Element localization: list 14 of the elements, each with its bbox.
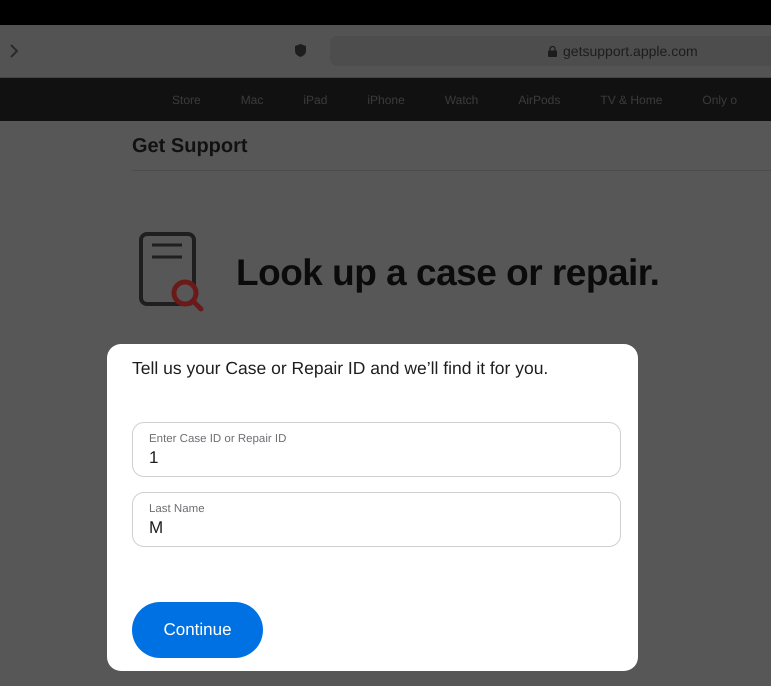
input-field[interactable]: M — [149, 518, 604, 538]
text-field[interactable]: Enter Case ID or Repair ID 1 — [132, 422, 621, 477]
forward-icon[interactable] — [8, 43, 20, 59]
dialog-prompt: Tell us your Case or Repair ID and we’ll find it for you. — [132, 358, 550, 379]
privacy-shield-icon[interactable] — [293, 43, 308, 58]
field-label: Last Name — [149, 503, 206, 515]
text-field[interactable]: Last Name M — [132, 492, 621, 547]
continue-button[interactable]: Continue — [132, 602, 263, 658]
field-label: Enter Case ID or Repair ID — [149, 433, 288, 445]
page-heading: Look up a case or repair. — [236, 252, 660, 294]
lock-icon — [548, 46, 557, 56]
input-field[interactable]: 1 — [149, 448, 604, 468]
document-search-icon — [138, 232, 204, 314]
page-title: Get Support — [132, 135, 248, 158]
